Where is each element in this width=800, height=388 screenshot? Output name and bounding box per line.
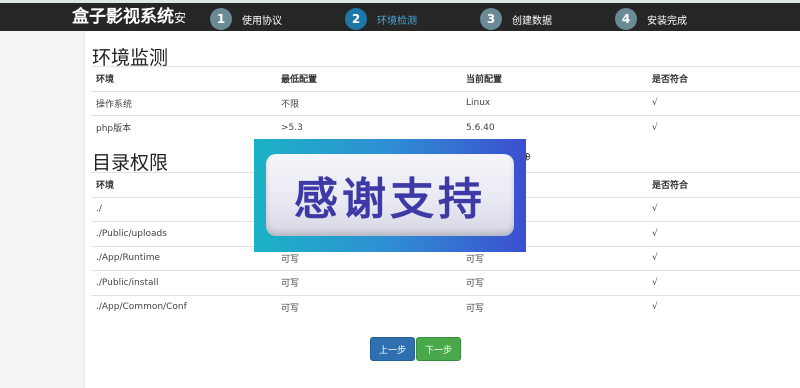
step-3-label: 创建数据	[512, 15, 552, 27]
watermark-plate: 感谢支持	[266, 154, 514, 236]
dir-header-env: 环境	[91, 172, 276, 197]
step-1-label: 使用协议	[242, 15, 282, 27]
env-cell: 5.6.40	[461, 115, 647, 140]
env-cell: php版本	[91, 115, 276, 140]
dir-cell-path: ./Public/uploads	[91, 221, 276, 246]
dir-cell: 可写	[461, 294, 647, 319]
dir-cell: 可写	[276, 294, 461, 319]
table-row: 操作系统 不限 Linux √	[91, 90, 800, 116]
step-1-number: 1	[210, 8, 232, 30]
dir-cell-path: ./	[91, 196, 276, 222]
env-table: 环境 最低配置 当前配置 是否符合 操作系统 不限 Linux √ php版本 …	[91, 66, 800, 140]
left-pane	[0, 31, 85, 388]
step-2-number: 2	[345, 8, 367, 30]
env-cell-check: √	[647, 115, 800, 140]
dir-cell-check: √	[647, 294, 800, 319]
step-1: 1 使用协议	[210, 7, 282, 31]
dir-cell-check: √	[647, 270, 800, 295]
table-row: ./App/Common/Conf 可写 可写 √	[91, 294, 800, 319]
dir-cell-path: ./App/Common/Conf	[91, 294, 276, 319]
next-step-button[interactable]: 下一步	[416, 337, 461, 361]
dir-cell: 可写	[461, 270, 647, 295]
app-title: 盒子影视系统安	[72, 7, 187, 27]
table-header-row: 环境 最低配置 当前配置 是否符合	[91, 66, 800, 91]
dir-cell-path: ./Public/install	[91, 270, 276, 295]
dir-cell-path: ./App/Runtime	[91, 245, 276, 271]
dir-cell-check: √	[647, 196, 800, 222]
env-header-min: 最低配置	[276, 66, 461, 91]
prev-step-button[interactable]: 上一步	[370, 337, 415, 361]
table-row: php版本 >5.3 5.6.40 √	[91, 115, 800, 140]
step-2-label: 环境检测	[377, 15, 417, 27]
env-cell: >5.3	[276, 115, 461, 140]
step-3: 3 创建数据	[480, 7, 552, 31]
env-cell: 操作系统	[91, 90, 276, 116]
step-3-number: 3	[480, 8, 502, 30]
dir-cell-check: √	[647, 245, 800, 271]
step-4: 4 安装完成	[615, 7, 687, 31]
step-4-number: 4	[615, 8, 637, 30]
env-cell-check: √	[647, 90, 800, 116]
dir-cell: 可写	[276, 270, 461, 295]
table-row: ./Public/install 可写 可写 √	[91, 270, 800, 295]
dir-cell-check: √	[647, 221, 800, 246]
env-header-env: 环境	[91, 66, 276, 91]
env-header-current: 当前配置	[461, 66, 647, 91]
dir-section-title: 目录权限	[92, 152, 169, 174]
watermark-banner: 感谢支持	[254, 139, 526, 252]
dir-header-ok: 是否符合	[647, 172, 800, 197]
step-4-label: 安装完成	[647, 15, 687, 27]
env-header-ok: 是否符合	[647, 66, 800, 91]
env-cell: Linux	[461, 90, 647, 116]
step-2: 2 环境检测	[345, 7, 417, 31]
watermark-text: 感谢支持	[294, 174, 486, 225]
env-cell: 不限	[276, 90, 461, 116]
